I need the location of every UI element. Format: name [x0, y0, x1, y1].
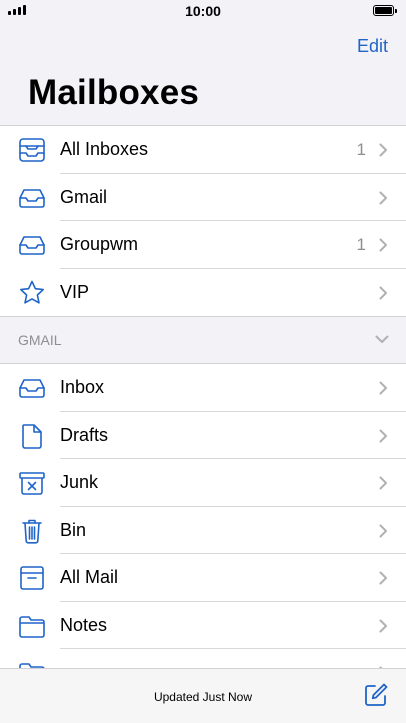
- status-time: 10:00: [185, 3, 221, 19]
- gmail-folder-list: Inbox Drafts Junk Bin All Mail Notes: [0, 363, 406, 669]
- page-title: Mailboxes: [28, 73, 200, 112]
- unread-count: 1: [356, 234, 366, 254]
- chevron-right-icon: [379, 571, 387, 585]
- inbox-tray-icon: [18, 231, 46, 259]
- chevron-right-icon: [379, 143, 387, 157]
- chevron-right-icon: [379, 191, 387, 204]
- document-icon: [18, 422, 46, 450]
- archive-box-icon: [18, 564, 46, 592]
- mailbox-row-vip[interactable]: VIP: [0, 269, 406, 317]
- trash-icon: [18, 517, 46, 545]
- mailbox-row-all-inboxes[interactable]: All Inboxes 1: [0, 126, 406, 174]
- chevron-right-icon: [379, 286, 387, 299]
- mailbox-list: All Inboxes 1 Gmail Groupwm 1 VIP: [0, 125, 406, 317]
- mailbox-row-gmail[interactable]: Gmail: [0, 174, 406, 221]
- inbox-tray-icon: [18, 184, 46, 212]
- folder-row-partial[interactable]: [0, 649, 406, 669]
- unread-count: 1: [356, 139, 366, 159]
- folder-row-bin[interactable]: Bin: [0, 507, 406, 554]
- chevron-right-icon: [379, 429, 387, 442]
- chevron-right-icon: [379, 524, 387, 537]
- mailbox-label: Groupwm: [60, 234, 139, 255]
- folder-label: All Mail: [60, 567, 119, 588]
- update-status-text: Updated Just Now: [153, 690, 253, 704]
- folder-label: Bin: [60, 519, 87, 540]
- folder-row-notes[interactable]: Notes: [0, 602, 406, 649]
- folder-row-all-mail[interactable]: All Mail: [0, 554, 406, 602]
- folder-row-junk[interactable]: Junk: [0, 459, 406, 507]
- mailbox-row-groupwm[interactable]: Groupwm 1: [0, 221, 406, 269]
- compose-icon[interactable]: [364, 683, 388, 707]
- folder-icon: [18, 612, 46, 640]
- folder-label: Notes: [60, 614, 108, 635]
- chevron-right-icon: [379, 476, 387, 490]
- folder-label: Drafts: [60, 424, 109, 445]
- section-header-gmail[interactable]: GMAIL: [0, 316, 406, 363]
- folder-label: Inbox: [60, 377, 105, 398]
- battery-icon: [373, 5, 397, 16]
- chevron-right-icon: [379, 238, 387, 252]
- status-bar: 10:00: [0, 0, 406, 22]
- mailbox-label: Gmail: [60, 186, 108, 207]
- mailbox-label: VIP: [60, 281, 90, 302]
- folder-label: Junk: [60, 472, 99, 493]
- bottom-toolbar: Updated Just Now: [0, 668, 406, 723]
- chevron-right-icon: [379, 619, 387, 632]
- chevron-down-icon[interactable]: [375, 335, 389, 344]
- junk-bin-icon: [18, 469, 46, 497]
- folder-row-inbox[interactable]: Inbox: [0, 364, 406, 412]
- mailbox-label: All Inboxes: [60, 139, 149, 160]
- star-icon: [18, 279, 46, 307]
- chevron-right-icon: [379, 381, 387, 395]
- inbox-tray-icon: [18, 374, 46, 402]
- section-label: GMAIL: [18, 332, 62, 348]
- edit-button[interactable]: Edit: [357, 36, 388, 57]
- folder-row-drafts[interactable]: Drafts: [0, 412, 406, 459]
- all-inboxes-icon: [18, 136, 46, 164]
